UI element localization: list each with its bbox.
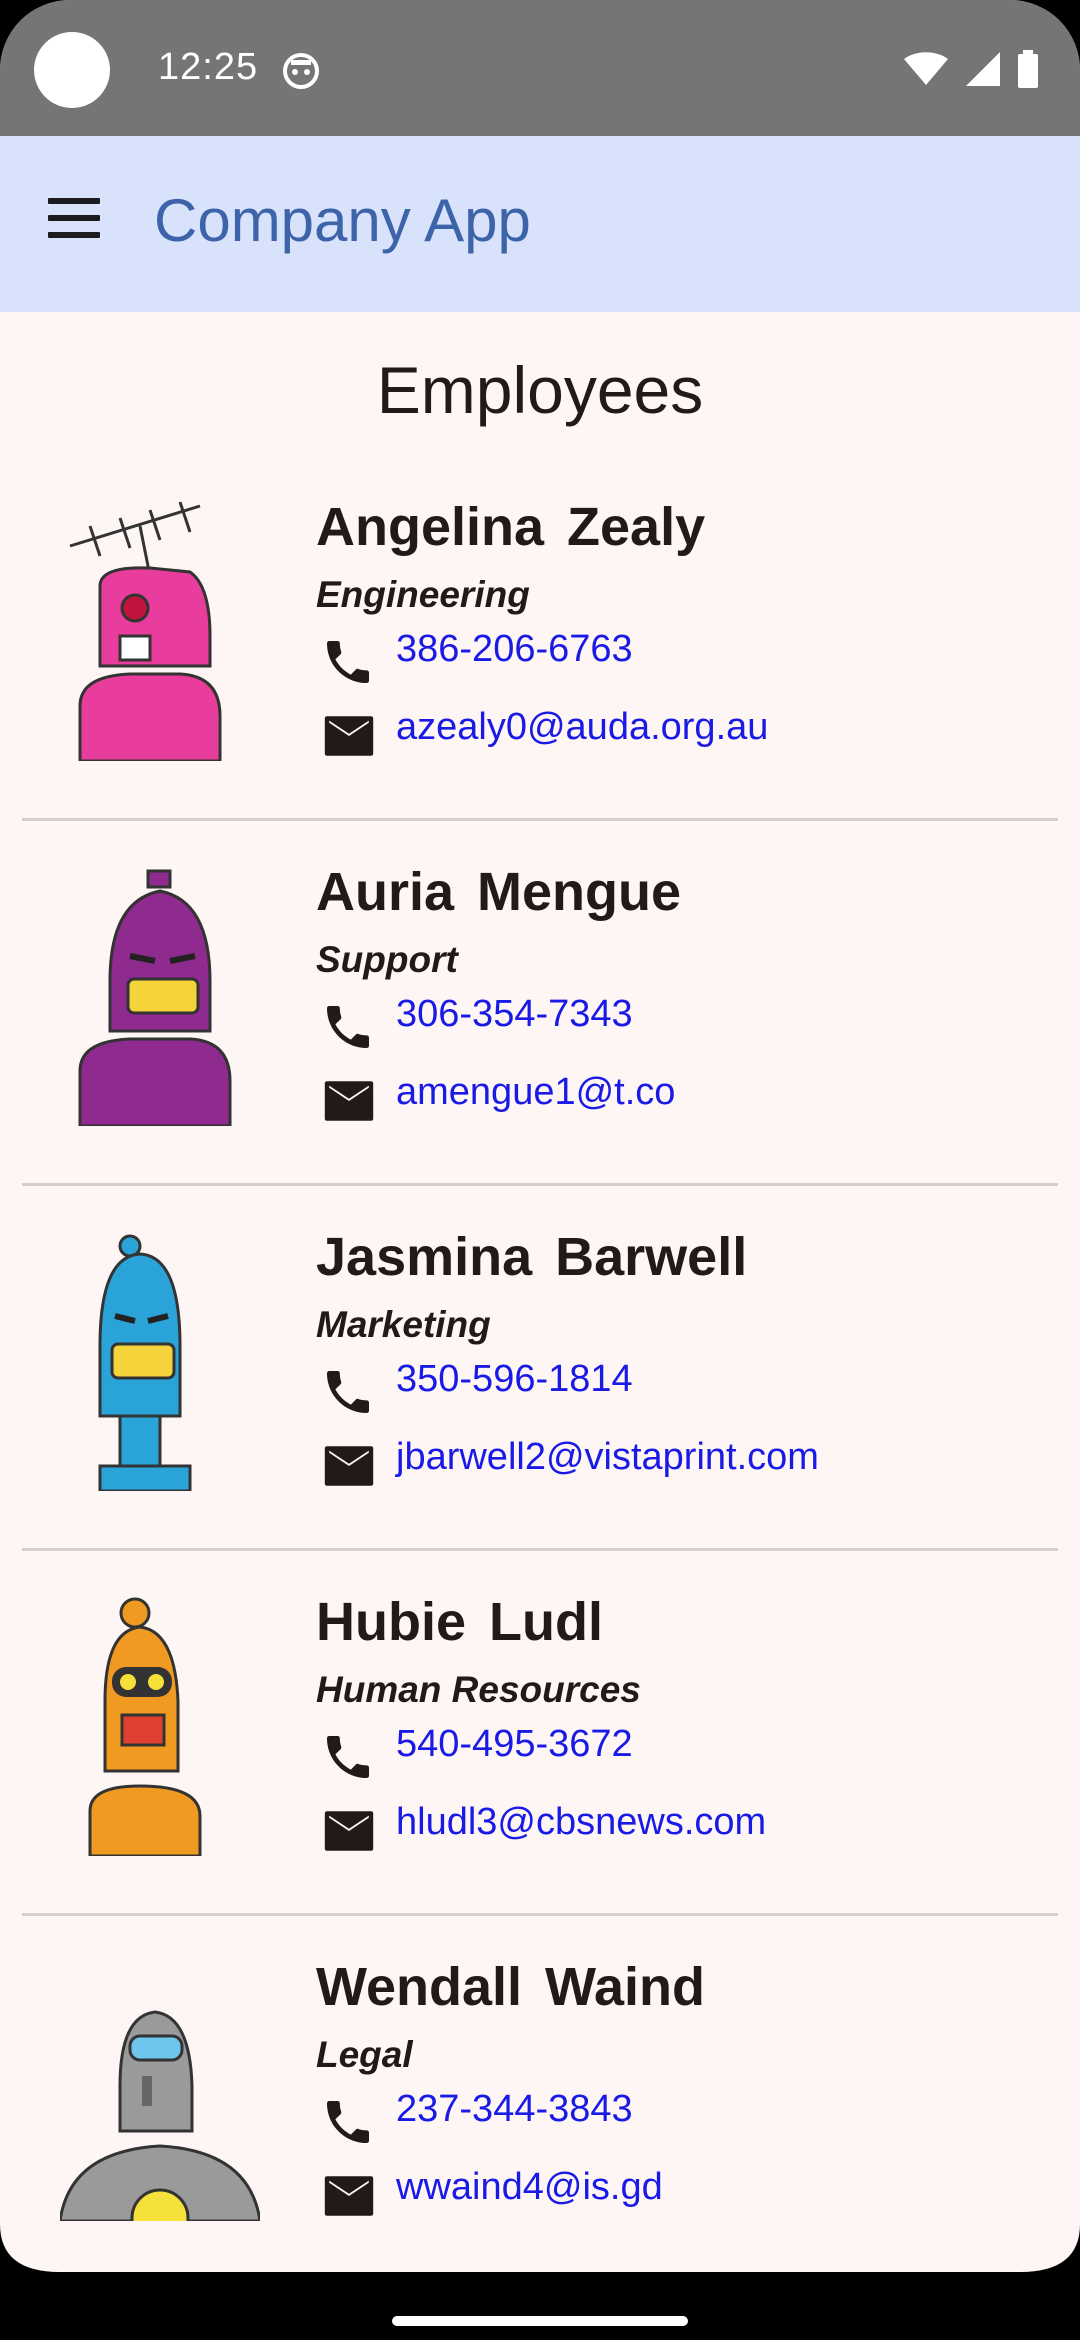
phone-icon <box>327 1736 369 1778</box>
robot-avatar <box>60 861 260 1126</box>
email-icon <box>324 1446 374 1486</box>
employee-phone-link[interactable]: 237-344-3843 <box>396 2088 633 2131</box>
email-icon <box>324 716 374 756</box>
menu-icon[interactable] <box>48 198 104 250</box>
employee-card: Angelina Zealy Engineering 386-206-6763 … <box>0 456 1080 821</box>
employee-card: Auria Mengue Support 306-354-7343 amengu… <box>0 821 1080 1186</box>
signal-icon <box>966 52 1000 86</box>
employee-email-link[interactable]: amengue1@t.co <box>396 1071 675 1114</box>
system-nav-bar <box>0 2272 1080 2340</box>
employee-department: Marketing <box>316 1304 491 1345</box>
phone-icon <box>327 2101 369 2143</box>
employee-phone-link[interactable]: 306-354-7343 <box>396 993 633 1036</box>
app-bar: Company App <box>0 136 1080 312</box>
employee-department: Legal <box>316 2034 413 2075</box>
robot-avatar <box>60 1591 260 1856</box>
status-bar: 12:25 <box>0 0 1080 136</box>
employee-department: Human Resources <box>316 1669 641 1710</box>
employee-list: Angelina Zealy Engineering 386-206-6763 … <box>0 456 1080 2281</box>
camera-cutout <box>34 32 110 108</box>
phone-icon <box>327 1006 369 1048</box>
employee-name: Wendall Waind <box>316 1957 706 2017</box>
robot-avatar <box>60 496 260 761</box>
wifi-icon <box>904 52 948 85</box>
employee-card: Wendall Waind Legal 237-344-3843 wwaind4… <box>0 1916 1080 2281</box>
employee-name: Auria Mengue <box>316 862 682 922</box>
phone-icon <box>327 641 369 683</box>
email-icon <box>324 1081 374 1121</box>
home-gesture-handle[interactable] <box>392 2316 688 2326</box>
app-title: Company App <box>154 187 531 254</box>
status-time: 12:25 <box>158 46 259 88</box>
employee-email-link[interactable]: jbarwell2@vistaprint.com <box>396 1436 819 1479</box>
employee-email-link[interactable]: hludl3@cbsnews.com <box>396 1801 766 1844</box>
employee-card: Jasmina Barwell Marketing 350-596-1814 j… <box>0 1186 1080 1551</box>
employee-email-link[interactable]: azealy0@auda.org.au <box>396 706 768 749</box>
battery-icon <box>1018 50 1038 88</box>
employee-department: Engineering <box>316 574 530 615</box>
employee-email-link[interactable]: wwaind4@is.gd <box>396 2166 663 2209</box>
robot-avatar <box>60 1226 260 1491</box>
employee-phone-link[interactable]: 386-206-6763 <box>396 628 633 671</box>
employee-name: Hubie Ludl <box>316 1592 603 1652</box>
robot-avatar <box>60 1956 260 2221</box>
phone-screen: 12:25 Company App Employees Angelina Zea… <box>0 0 1080 2340</box>
notification-icon <box>283 53 319 89</box>
page-title: Employees <box>376 353 704 427</box>
email-icon <box>324 2176 374 2216</box>
system-icons <box>902 50 1040 88</box>
employee-phone-link[interactable]: 350-596-1814 <box>396 1358 633 1401</box>
employee-name: Angelina Zealy <box>316 497 706 557</box>
phone-icon <box>327 1371 369 1413</box>
employee-phone-link[interactable]: 540-495-3672 <box>396 1723 633 1766</box>
employee-card: Hubie Ludl Human Resources 540-495-3672 … <box>0 1551 1080 1916</box>
email-icon <box>324 1811 374 1851</box>
employee-department: Support <box>316 939 458 980</box>
employee-name: Jasmina Barwell <box>316 1227 748 1287</box>
